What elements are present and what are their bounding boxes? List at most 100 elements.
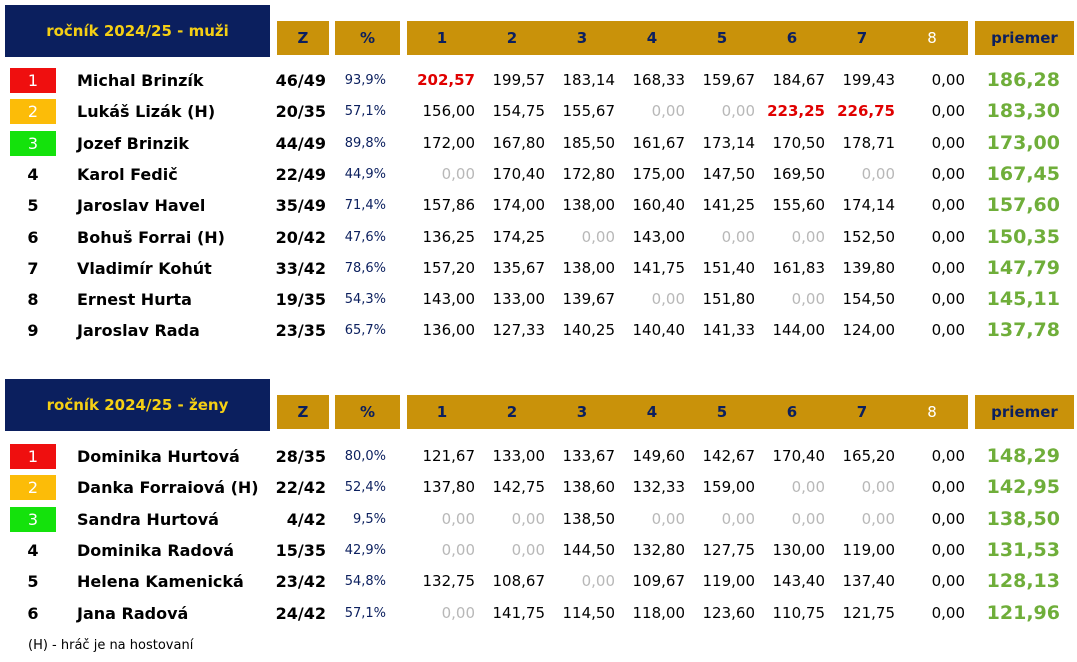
round-1-value: 157,20: [422, 258, 476, 277]
round-8-value: 0,00: [931, 258, 965, 277]
header-z: Z: [277, 395, 329, 429]
round-7-value: 121,75: [842, 603, 896, 622]
round-6-value: 0,00: [791, 478, 825, 497]
average-value: 148,29: [986, 445, 1060, 467]
round-1-value: 121,67: [422, 447, 476, 465]
round-4-value: 160,40: [632, 196, 686, 215]
participation-percent: 93,9%: [344, 73, 386, 88]
table-row: 5 Helena Kamenická 23/42 54,8% 132,75 108,67 0…: [0, 567, 1077, 596]
round-7-value: 0,00: [861, 164, 895, 183]
round-3-value: 138,00: [562, 258, 616, 277]
player-name: Vladimír Kohút: [77, 258, 212, 278]
round-4-value: 143,00: [632, 227, 686, 246]
header-round-8: 8: [927, 403, 937, 421]
player-name: Danka Forraiová (H): [77, 478, 259, 498]
header-round-2: 2: [506, 403, 518, 421]
round-7-value: 152,50: [842, 227, 896, 246]
games-count: 22/49: [275, 164, 326, 184]
round-4-value: 132,80: [632, 540, 686, 559]
round-1-value: 0,00: [441, 164, 475, 183]
round-4-value: 0,00: [651, 290, 685, 309]
participation-percent: 44,9%: [344, 166, 386, 182]
round-4-value: 149,60: [632, 447, 686, 465]
header-round-1: 1: [436, 403, 448, 421]
player-name: Jaroslav Havel: [77, 196, 206, 216]
games-count: 23/42: [275, 572, 326, 592]
header-round-3: 3: [576, 403, 588, 421]
round-7-value: 124,00: [842, 321, 896, 340]
round-6-value: 143,40: [772, 572, 826, 591]
header-round-4: 4: [646, 403, 658, 421]
average-value: 121,96: [986, 601, 1060, 624]
round-2-value: 142,75: [492, 478, 546, 497]
table-row: 8 Ernest Hurta 19/35 54,3% 143,00 133,00 139,6…: [0, 285, 1077, 314]
average-value: 147,79: [986, 256, 1060, 279]
participation-percent: 52,4%: [344, 480, 386, 496]
header-round-3: 3: [576, 29, 588, 47]
average-value: 138,50: [986, 507, 1060, 530]
header-average: priemer: [975, 395, 1074, 429]
round-2-value: 167,80: [492, 133, 546, 152]
header-round-7: 7: [856, 403, 868, 421]
participation-percent: 80,0%: [344, 449, 386, 464]
round-8-value: 0,00: [931, 540, 965, 559]
round-1-value: 136,00: [422, 321, 476, 340]
round-3-value: 114,50: [562, 603, 616, 622]
rank-badge: 6: [27, 227, 39, 247]
header-round-5: 5: [716, 29, 728, 47]
player-name: Jana Radová: [77, 603, 189, 623]
participation-percent: 42,9%: [344, 542, 386, 558]
table-row: 4 Dominika Radová 15/35 42,9% 0,00 0,00 144,50…: [0, 536, 1077, 565]
participation-percent: 57,1%: [344, 104, 386, 120]
round-5-value: 141,33: [702, 321, 756, 340]
header-round-6: 6: [786, 29, 798, 47]
participation-percent: 65,7%: [344, 323, 386, 339]
round-3-value: 0,00: [581, 227, 615, 246]
round-1-value: 132,75: [422, 572, 476, 591]
header-round-7: 7: [856, 29, 868, 47]
round-8-value: 0,00: [931, 196, 965, 215]
round-3-value: 140,25: [562, 321, 616, 340]
games-count: 20/42: [275, 227, 326, 247]
round-5-value: 0,00: [721, 227, 755, 246]
round-5-value: 127,75: [702, 540, 756, 559]
round-1-value: 136,25: [422, 227, 476, 246]
round-3-value: 185,50: [562, 133, 616, 152]
round-5-value: 159,67: [702, 71, 756, 89]
participation-percent: 54,3%: [344, 292, 386, 308]
round-4-value: 175,00: [632, 164, 686, 183]
round-1-value: 156,00: [422, 102, 476, 121]
round-3-value: 138,00: [562, 196, 616, 215]
games-count: 35/49: [275, 196, 326, 216]
average-value: 150,35: [986, 225, 1060, 248]
player-name: Bohuš Forrai (H): [77, 227, 225, 247]
round-2-value: 141,75: [492, 603, 546, 622]
rank-badge: 6: [27, 603, 39, 623]
table-row: 1 Michal Brinzík 46/49 93,9% 202,57 199,57 183…: [0, 66, 1077, 95]
average-value: 173,00: [986, 131, 1060, 154]
average-value: 183,30: [986, 100, 1060, 123]
average-value: 186,28: [986, 69, 1060, 91]
games-count: 4/42: [286, 509, 326, 529]
rank-badge: 5: [27, 572, 39, 592]
footnote: (H) - hráč je na hostovaní: [28, 638, 194, 653]
round-5-value: 141,25: [702, 196, 756, 215]
participation-percent: 71,4%: [344, 198, 386, 214]
round-7-value: 178,71: [842, 133, 896, 152]
round-7-value: 0,00: [861, 478, 895, 497]
round-3-value: 155,67: [562, 102, 616, 121]
header-percent: %: [335, 21, 400, 55]
round-3-value: 139,67: [562, 290, 616, 309]
games-count: 24/42: [275, 603, 326, 623]
round-8-value: 0,00: [931, 478, 965, 497]
round-7-value: 174,14: [842, 196, 896, 215]
round-4-value: 132,33: [632, 478, 686, 497]
round-4-value: 0,00: [651, 102, 685, 121]
round-1-value: 137,80: [422, 478, 476, 497]
round-3-value: 172,80: [562, 164, 616, 183]
header-round-4: 4: [646, 29, 658, 47]
average-value: 128,13: [986, 570, 1060, 593]
player-name: Dominika Radová: [77, 540, 235, 560]
round-4-value: 109,67: [632, 572, 686, 591]
round-6-value: 0,00: [791, 227, 825, 246]
